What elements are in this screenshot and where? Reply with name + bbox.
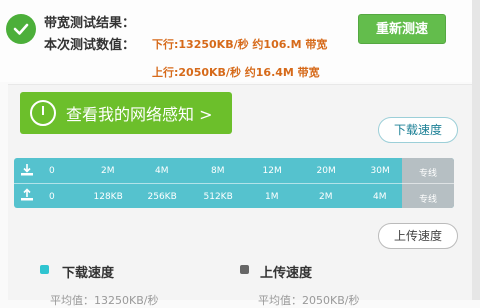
scale-tick-bottom-4: 1M [265, 192, 279, 202]
retest-button[interactable]: 重新测速 [358, 14, 446, 44]
scale-tick-top-2: 4M [155, 166, 169, 176]
check-icon [6, 14, 36, 44]
scale-tick-bottom-2: 256KB [147, 192, 177, 202]
scale-tick-bottom-6: 4M [373, 192, 387, 202]
scale-divider [14, 183, 454, 184]
result-header: 带宽测试结果： 本次测试数值： 下行:13250KB/秒 约106.M 带宽 上… [0, 0, 480, 82]
download-icon [21, 164, 33, 176]
upload-result: 上行:2050KB/秒 约16.4M 带宽 [152, 66, 320, 79]
scale-tick-top-0: 0 [49, 166, 55, 176]
download-speed-tab[interactable]: 下载速度 [378, 117, 458, 143]
scale-tick-bottom-7: 专线 [419, 195, 438, 205]
scale-tick-bottom-3: 512KB [203, 192, 233, 202]
clock-icon [30, 100, 56, 126]
scale-tick-bottom-1: 128KB [93, 192, 123, 202]
upload-speed-tab[interactable]: 上传速度 [378, 223, 458, 249]
scale-tick-top-5: 20M [316, 166, 336, 176]
network-awareness-label: 查看我的网络感知 > [66, 105, 213, 124]
bandwidth-label: 带宽测试结果： [44, 16, 136, 31]
current-label: 本次测试数值： [44, 38, 136, 53]
upload-icon [21, 188, 33, 201]
speed-scale: 0 2M 4M 8M 12M 20M 30M 专线 0 128KB 256KB 512KB 1M 2M 4M… [14, 158, 454, 208]
scale-tick-bottom-0: 0 [49, 192, 55, 202]
scroll-edge [472, 0, 480, 300]
upload-legend-title: 上传速度 [260, 266, 313, 281]
scale-tick-top-7: 专线 [419, 169, 438, 179]
scale-tick-top-6: 30M [370, 166, 390, 176]
download-legend-swatch [40, 265, 49, 274]
upload-average: 平均值：2050KB/秒 [258, 294, 360, 307]
scale-tick-top-3: 8M [211, 166, 225, 176]
scale-tick-top-4: 12M [262, 166, 282, 176]
network-awareness-button[interactable]: 查看我的网络感知 > [20, 92, 232, 134]
scale-tick-top-1: 2M [101, 166, 115, 176]
scale-tick-bottom-5: 2M [319, 192, 333, 202]
download-average: 平均值：13250KB/秒 [50, 294, 159, 307]
download-legend-title: 下载速度 [62, 266, 115, 281]
upload-legend-swatch [240, 265, 249, 274]
download-result: 下行:13250KB/秒 约106.M 带宽 [152, 38, 328, 51]
